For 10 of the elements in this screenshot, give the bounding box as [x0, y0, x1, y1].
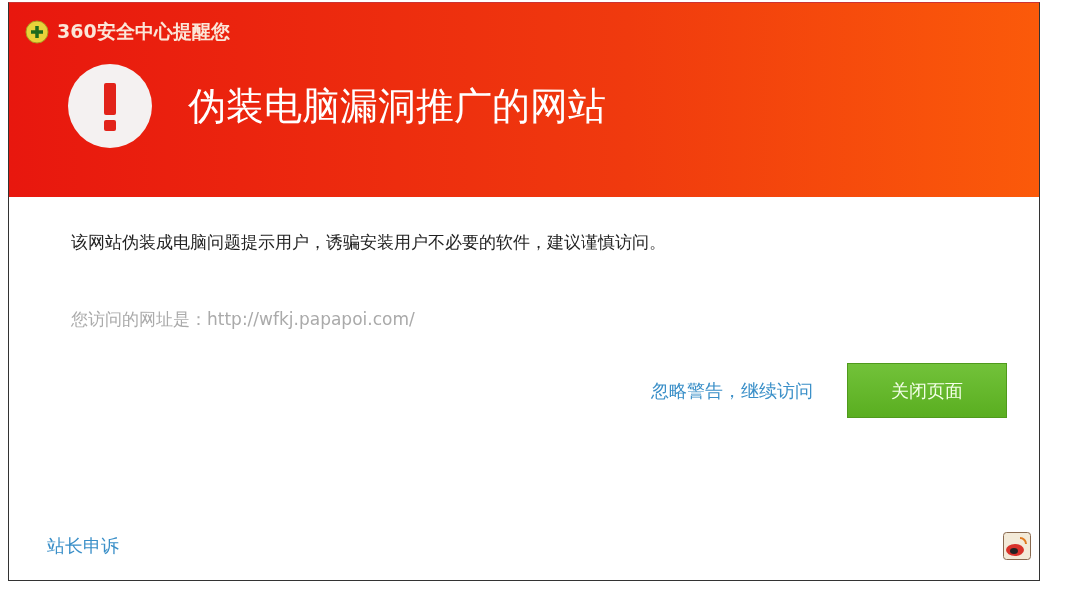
- warning-message: 该网站伪装成电脑问题提示用户，诱骗安装用户不必要的软件，建议谨慎访问。: [71, 231, 667, 254]
- url-line: 您访问的网址是：http://wfkj.papapoi.com/: [71, 308, 416, 331]
- weibo-share-icon[interactable]: [1003, 532, 1031, 560]
- ignore-warning-link[interactable]: 忽略警告，继续访问: [651, 378, 813, 403]
- alert-headline: 伪装电脑漏洞推广的网站: [188, 82, 606, 130]
- close-page-button[interactable]: 关闭页面: [847, 363, 1007, 418]
- warning-icon: [67, 63, 153, 149]
- window-title: 360安全中心提醒您: [57, 19, 230, 44]
- appeal-link[interactable]: 站长申诉: [47, 534, 119, 558]
- plus-logo-icon: [25, 20, 49, 44]
